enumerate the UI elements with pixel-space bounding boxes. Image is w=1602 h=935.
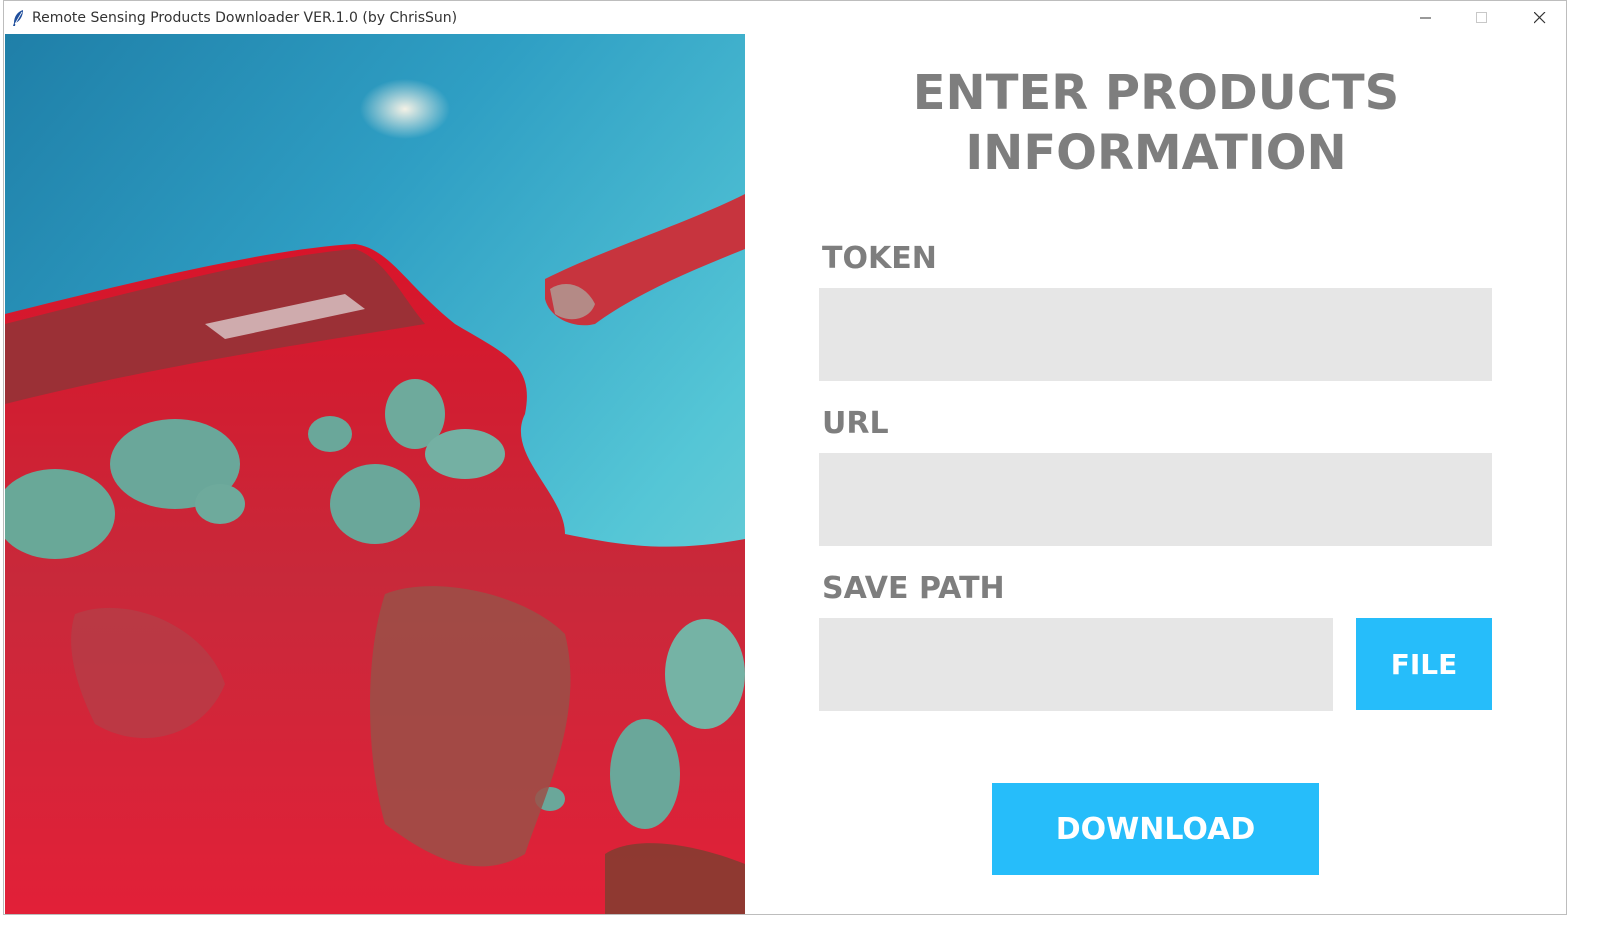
token-label: TOKEN xyxy=(822,241,937,276)
satellite-image xyxy=(5,34,745,914)
download-button-label: DOWNLOAD xyxy=(1055,811,1256,847)
close-icon[interactable] xyxy=(1512,1,1568,34)
heading-line-2: INFORMATION xyxy=(965,125,1347,181)
window-title: Remote Sensing Products Downloader VER.1… xyxy=(32,10,458,26)
title-bar[interactable]: Remote Sensing Products Downloader VER.1… xyxy=(4,1,1566,34)
feather-icon xyxy=(11,9,25,26)
url-input[interactable] xyxy=(819,453,1492,546)
app-window: Remote Sensing Products Downloader VER.1… xyxy=(3,0,1567,915)
maximize-icon[interactable] xyxy=(1454,1,1510,34)
file-button-label: FILE xyxy=(1390,647,1458,681)
download-button[interactable]: DOWNLOAD xyxy=(992,783,1319,875)
file-button[interactable]: FILE xyxy=(1356,618,1492,710)
url-label: URL xyxy=(822,406,889,441)
page-title: ENTER PRODUCTS INFORMATION xyxy=(745,63,1567,183)
heading-line-1: ENTER PRODUCTS xyxy=(912,65,1400,121)
minimize-icon[interactable] xyxy=(1398,1,1454,34)
token-input[interactable] xyxy=(819,288,1492,381)
save-path-label: SAVE PATH xyxy=(822,571,1005,606)
save-path-input[interactable] xyxy=(819,618,1333,711)
